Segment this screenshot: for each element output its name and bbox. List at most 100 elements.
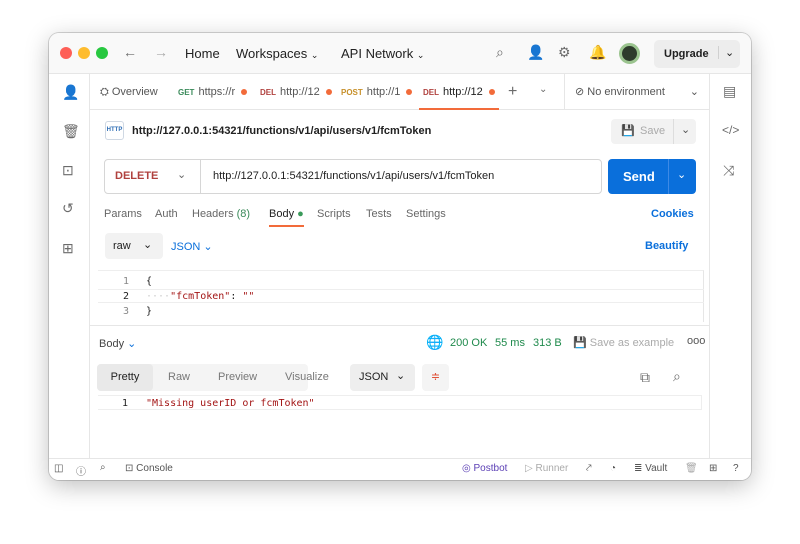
back-arrow-icon[interactable]: ← — [123, 44, 137, 60]
response-status[interactable]: 200 OK — [450, 337, 487, 349]
title-bar: ← → Home Workspaces ⌄ API Network ⌄ ⌕ 👤 … — [49, 33, 751, 74]
chevron-down-icon[interactable]: ⌄ — [718, 46, 734, 59]
trash-icon[interactable]: 🗑 — [685, 463, 698, 474]
runner-icon: ▷ — [525, 463, 533, 474]
response-line: "Missing userID or fcmToken" — [146, 398, 315, 409]
url-bar: DELETE ⌄ http://127.0.0.1:54321/functions… — [104, 159, 602, 194]
overview-icon: ⛭ — [100, 86, 109, 98]
body-mode-select[interactable]: raw ⌄ — [105, 233, 163, 259]
cookies-icon[interactable]: ◔ — [610, 463, 616, 474]
layout-icon[interactable]: ⊞ — [709, 463, 717, 474]
close-window-button[interactable] — [60, 47, 72, 59]
alert-icon[interactable]: ⓘ — [76, 463, 86, 478]
tab-settings[interactable]: Settings — [406, 208, 446, 220]
tabs-chevron-down-icon[interactable]: ⌄ — [539, 84, 547, 95]
status-bar: ◫ ⓘ ⌕ ⊡ Console ◎ Postbot ▷ Runner ⤤ ◔ ≣… — [49, 458, 751, 480]
chevron-down-icon[interactable]: ⌄ — [673, 119, 690, 144]
body-mode-label: raw — [113, 240, 131, 252]
response-body-label: Body — [99, 338, 124, 350]
body-format-select[interactable]: JSON ⌄ — [171, 240, 213, 253]
environment-quicklook-icon[interactable]: ▤ — [723, 83, 736, 100]
method-label: DELETE — [115, 170, 158, 182]
tab-request[interactable]: POSThttp://1 — [341, 74, 412, 110]
tab-params[interactable]: Params — [104, 208, 142, 220]
tab-tests[interactable]: Tests — [366, 208, 392, 220]
save-as-example-label: Save as example — [590, 337, 674, 349]
view-raw[interactable]: Raw — [168, 371, 190, 383]
response-size[interactable]: 313 B — [533, 337, 562, 349]
request-body-editor[interactable]: 1 { 2 ····"fcmToken": "" 3 } — [98, 270, 704, 322]
view-preview[interactable]: Preview — [218, 371, 257, 383]
tab-auth[interactable]: Auth — [155, 208, 178, 220]
toggle-sidebar-icon[interactable]: ◫ — [54, 463, 63, 474]
unsaved-dot — [241, 89, 247, 95]
user-icon[interactable]: 👤 — [62, 84, 79, 101]
api-network-menu[interactable]: API Network ⌄ — [341, 46, 424, 61]
code-line: } — [146, 306, 152, 317]
wrap-lines-icon[interactable]: ≑ — [422, 364, 449, 391]
tab-scripts[interactable]: Scripts — [317, 208, 351, 220]
related-collections-icon[interactable]: ⤨ — [723, 162, 734, 179]
tab-request[interactable]: GEThttps://r — [178, 74, 247, 110]
tab-request[interactable]: DELhttp://12 — [260, 74, 332, 110]
url-input[interactable]: http://127.0.0.1:54321/functions/v1/api/… — [213, 170, 494, 182]
invite-user-icon[interactable]: 👤 — [527, 44, 544, 61]
runner-label: Runner — [535, 463, 568, 474]
console-button[interactable]: ⊡ Console — [125, 463, 173, 474]
forward-arrow-icon[interactable]: → — [154, 44, 168, 60]
history-icon[interactable]: ↺ — [62, 200, 74, 217]
new-tab-plus-icon[interactable]: + — [508, 83, 517, 101]
response-body-select[interactable]: Body ⌄ — [99, 337, 136, 350]
copy-icon[interactable]: ⧉ — [640, 369, 650, 386]
save-button[interactable]: 💾Save⌄ — [611, 119, 696, 144]
runner-button[interactable]: ▷ Runner — [525, 463, 568, 474]
response-time[interactable]: 55 ms — [495, 337, 525, 349]
view-visualize[interactable]: Visualize — [285, 371, 329, 383]
tab-body[interactable]: Body ● — [269, 208, 304, 227]
tab-label: http://1 — [367, 86, 401, 98]
mock-server-icon[interactable]: ⊡ — [62, 162, 74, 179]
chevron-down-icon[interactable]: ⌄ — [668, 159, 686, 194]
chevron-down-icon: ⌄ — [143, 238, 152, 251]
environment-selector[interactable]: ⊘ No environment⌄ — [564, 74, 709, 110]
bell-icon[interactable]: 🔔 — [589, 44, 606, 61]
chevron-down-icon: ⌄ — [177, 168, 186, 181]
workspaces-menu[interactable]: Workspaces ⌄ — [236, 46, 318, 61]
home-link[interactable]: Home — [185, 46, 220, 61]
avatar[interactable] — [619, 43, 640, 64]
maximize-window-button[interactable] — [96, 47, 108, 59]
tab-label: Overview — [112, 86, 158, 98]
request-title[interactable]: http://127.0.0.1:54321/functions/v1/api/… — [132, 125, 431, 137]
postbot-button[interactable]: ◎ Postbot — [462, 463, 507, 474]
beautify-link[interactable]: Beautify — [645, 240, 688, 252]
view-pretty[interactable]: Pretty — [97, 364, 153, 391]
trash-icon[interactable]: 🗑 — [62, 123, 80, 140]
method-badge: GET — [178, 88, 194, 97]
minimize-window-button[interactable] — [78, 47, 90, 59]
gear-icon[interactable]: ⚙ — [558, 44, 571, 61]
more-options-icon[interactable]: ooo — [687, 335, 705, 347]
apps-icon[interactable]: ⊞ — [62, 240, 74, 257]
upgrade-button[interactable]: Upgrade⌄ — [654, 40, 740, 68]
code-icon[interactable]: </> — [722, 123, 739, 137]
search-icon[interactable]: ⌕ — [673, 368, 681, 385]
search-icon[interactable]: ⌕ — [100, 462, 106, 473]
globe-icon[interactable]: 🌐 — [426, 334, 443, 351]
capture-icon[interactable]: ⤤ — [586, 463, 592, 474]
response-format-select[interactable]: JSON⌄ — [350, 364, 415, 391]
help-icon[interactable]: ? — [733, 463, 739, 474]
cookies-link[interactable]: Cookies — [651, 208, 694, 220]
tab-request-active[interactable]: DELhttp://12 — [419, 74, 499, 110]
method-select[interactable]: DELETE ⌄ — [105, 160, 201, 193]
unsaved-dot — [406, 89, 412, 95]
save-as-example-button[interactable]: 💾 Save as example — [573, 336, 674, 349]
tab-headers[interactable]: Headers (8) — [192, 208, 250, 220]
tab-overview[interactable]: ⛭ Overview — [100, 74, 158, 110]
chevron-down-icon: ⌄ — [690, 74, 699, 110]
send-button[interactable]: Send ⌄ — [608, 159, 696, 194]
send-label: Send — [623, 169, 655, 184]
vault-button[interactable]: ≣ Vault — [634, 463, 667, 474]
search-icon[interactable]: ⌕ — [496, 44, 504, 61]
json-sep: : — [230, 291, 242, 302]
response-body-viewer[interactable]: 1 "Missing userID or fcmToken" — [98, 395, 702, 410]
